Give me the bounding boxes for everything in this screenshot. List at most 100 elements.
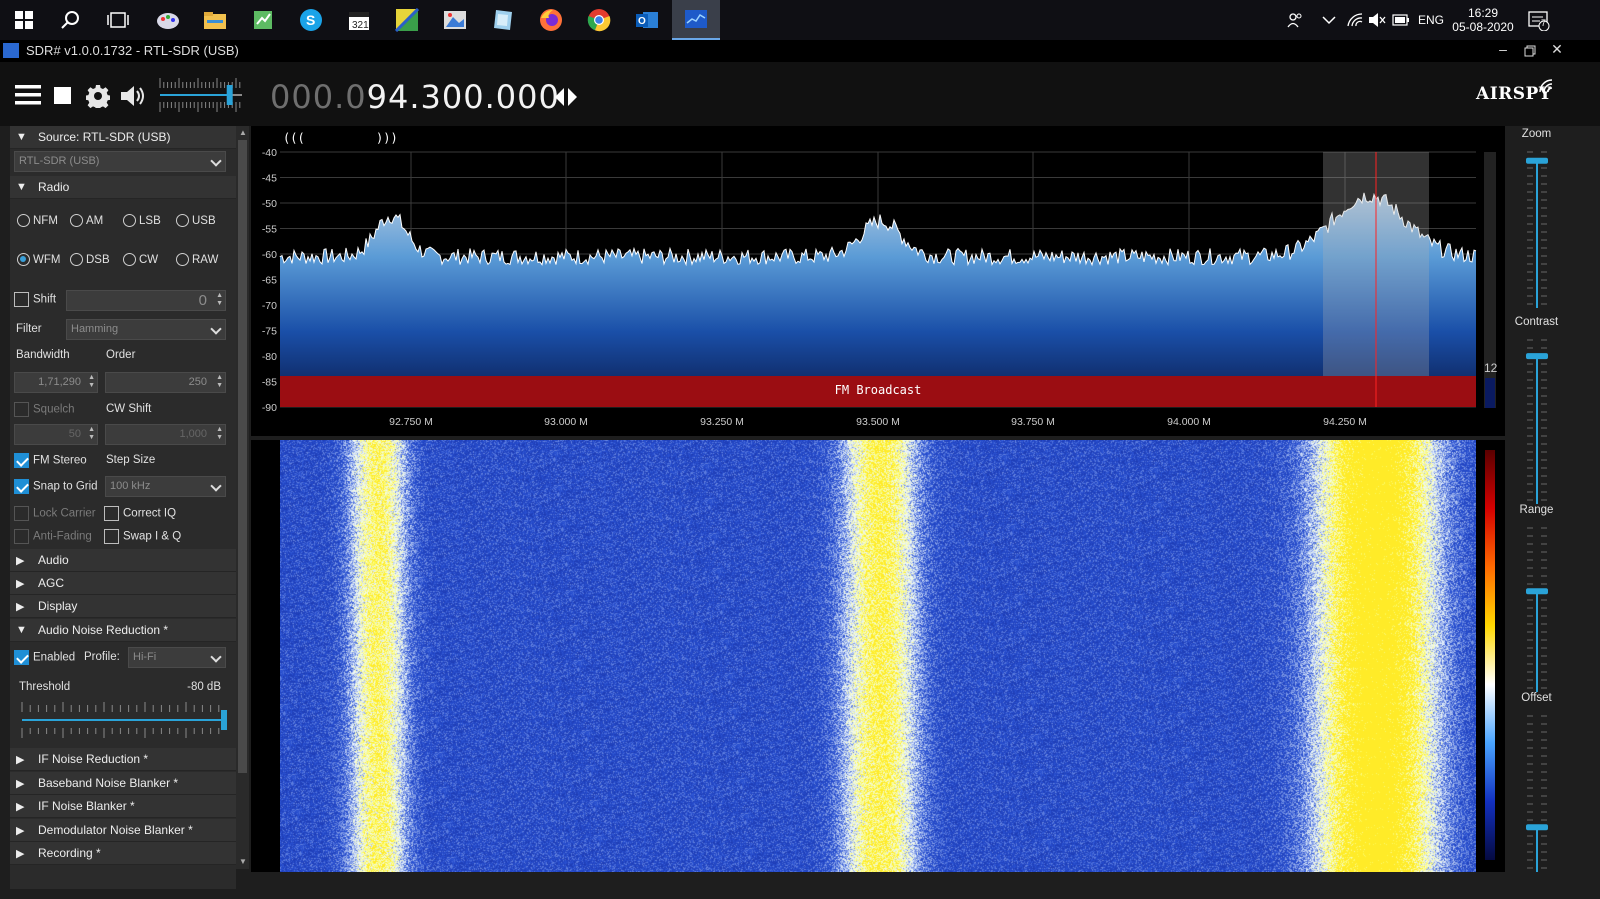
frequency-display[interactable]: 000.094.300.000 — [270, 78, 560, 116]
volume-slider[interactable] — [158, 76, 246, 114]
search-icon[interactable] — [56, 6, 84, 34]
chrome-icon[interactable] — [585, 6, 613, 34]
baseband-noise-blanker-header[interactable]: ▶ Baseband Noise Blanker * — [10, 772, 236, 795]
restore-button[interactable] — [1519, 41, 1541, 61]
stop-button[interactable] — [54, 87, 72, 110]
scroll-down-icon[interactable]: ▼ — [239, 857, 247, 866]
recording-header[interactable]: ▶ Recording * — [10, 842, 236, 865]
file-explorer-icon[interactable] — [201, 6, 229, 34]
demodulator-noise-blanker-header[interactable]: ▶ Demodulator Noise Blanker * — [10, 819, 236, 842]
zoom-slider[interactable] — [1523, 148, 1551, 308]
y-tick-label: -85 — [262, 377, 277, 389]
checkbox-box — [104, 506, 119, 521]
order-input[interactable]: 250 ▲ ▼ — [105, 372, 226, 393]
source-device-select[interactable]: RTL-SDR (USB) — [14, 151, 226, 172]
chevron-up-icon[interactable] — [1322, 0, 1336, 40]
audio-section-header[interactable]: ▶ Audio — [10, 549, 236, 572]
shift-checkbox[interactable]: Shift — [14, 292, 56, 307]
clock[interactable]: 16:29 05-08-2020 — [1452, 0, 1514, 40]
mode-raw-radio[interactable]: RAW — [176, 253, 218, 266]
shift-input[interactable]: 0 ▲ ▼ — [66, 290, 226, 311]
snap-to-grid-checkbox[interactable]: Snap to Grid — [14, 479, 98, 494]
lock-carrier-checkbox[interactable]: Lock Carrier — [14, 506, 96, 521]
squelch-input[interactable]: 50 ▲ ▼ — [14, 424, 98, 445]
notes-icon[interactable] — [489, 6, 517, 34]
taskbar: S 321 O ENG 16:29 05-08-2020 7 — [0, 0, 1600, 40]
scroll-thumb[interactable] — [238, 140, 247, 773]
mode-nfm-radio[interactable]: NFM — [17, 214, 58, 227]
calendar-icon[interactable]: 321 — [345, 6, 373, 34]
y-tick-label: -80 — [262, 351, 277, 363]
audio-noise-reduction-header[interactable]: ▼ Audio Noise Reduction * — [10, 619, 236, 642]
range-slider[interactable] — [1523, 524, 1551, 692]
minimize-button[interactable]: – — [1492, 41, 1514, 61]
photos-icon[interactable] — [441, 6, 469, 34]
y-tick-label: -55 — [262, 224, 277, 236]
agc-section-header[interactable]: ▶ AGC — [10, 572, 236, 595]
fm-stereo-checkbox[interactable]: FM Stereo — [14, 453, 87, 468]
frequency-digits: 94.300.000 — [366, 78, 560, 116]
maps-icon[interactable] — [393, 6, 421, 34]
display-section-header[interactable]: ▶ Display — [10, 595, 236, 618]
mode-cw-radio[interactable]: CW — [123, 253, 158, 266]
anr-enabled-checkbox[interactable]: Enabled — [14, 650, 75, 665]
mode-dsb-radio[interactable]: DSB — [70, 253, 110, 266]
cw-shift-input[interactable]: 1,000 ▲ ▼ — [105, 424, 226, 445]
step-size-select[interactable]: 100 kHz — [105, 476, 226, 497]
sdrsharp-icon[interactable] — [672, 0, 720, 40]
mode-wfm-radio[interactable]: WFM — [17, 253, 60, 266]
speaker-icon[interactable] — [120, 84, 148, 113]
squelch-checkbox[interactable]: Squelch — [14, 402, 75, 417]
paint-icon[interactable] — [154, 6, 182, 34]
windows-start-icon[interactable] — [10, 6, 38, 34]
close-button[interactable]: ✕ — [1546, 41, 1568, 61]
mode-lsb-radio[interactable]: LSB — [123, 214, 161, 227]
speaker-muted-icon[interactable] — [1368, 0, 1386, 40]
people-icon[interactable] — [1286, 0, 1304, 40]
skype-icon[interactable]: S — [297, 6, 325, 34]
left-panel-scrollbar[interactable]: ▲ ▼ — [236, 126, 249, 869]
bandwidth-input[interactable]: 1,71,290 ▲ ▼ — [14, 372, 98, 393]
if-noise-blanker-header[interactable]: ▶ IF Noise Blanker * — [10, 795, 236, 818]
clock-time: 16:29 — [1467, 6, 1499, 20]
battery-icon[interactable] — [1392, 0, 1410, 40]
radio-section-header[interactable]: ▼ Radio — [10, 176, 236, 199]
firefox-icon[interactable] — [537, 6, 565, 34]
outlook-icon[interactable]: O — [633, 6, 661, 34]
notepad-icon[interactable] — [249, 6, 277, 34]
snap-label: Snap to Grid — [33, 480, 98, 493]
slider-thumb — [1526, 157, 1548, 164]
wifi-icon[interactable] — [1346, 0, 1364, 40]
source-section-header[interactable]: ▼ Source: RTL-SDR (USB) — [10, 126, 236, 149]
profile-select[interactable]: Hi-Fi — [128, 647, 226, 668]
filter-value: Hamming — [71, 323, 119, 335]
waterfall-display[interactable] — [251, 440, 1505, 872]
spectrum-analyzer[interactable]: ((())) -40 -45 -50 -55 -60 -65 -70 -75 -80 -85 -90 9… — [251, 126, 1505, 436]
spectrum-right-marker: ))) — [376, 131, 398, 145]
swap-iq-checkbox[interactable]: Swap I & Q — [104, 529, 181, 544]
tune-arrows-icon[interactable] — [554, 88, 578, 111]
contrast-slider[interactable] — [1523, 336, 1551, 504]
offset-slider[interactable] — [1523, 712, 1551, 872]
scroll-up-icon[interactable]: ▲ — [239, 128, 247, 137]
squelch-label: Squelch — [33, 403, 75, 416]
x-tick-label: 93.250 M — [700, 416, 744, 428]
gear-icon[interactable] — [85, 84, 111, 113]
notification-center-icon[interactable]: 7 — [1528, 0, 1550, 40]
anti-fading-checkbox[interactable]: Anti-Fading — [14, 529, 92, 544]
app-icon — [3, 43, 19, 58]
y-tick-label: -90 — [262, 402, 277, 414]
svg-text:321: 321 — [352, 20, 369, 31]
mode-am-radio[interactable]: AM — [70, 214, 103, 227]
menu-icon[interactable] — [15, 84, 41, 111]
task-view-icon[interactable] — [104, 6, 132, 34]
spectrum-plot[interactable]: ((())) -40 -45 -50 -55 -60 -65 -70 -75 -80 -85 -90 9… — [251, 126, 1505, 436]
if-noise-reduction-header[interactable]: ▶ IF Noise Reduction * — [10, 748, 236, 771]
correct-iq-checkbox[interactable]: Correct IQ — [104, 506, 176, 521]
threshold-slider[interactable] — [18, 700, 228, 740]
mode-label: RAW — [192, 253, 219, 266]
mode-usb-radio[interactable]: USB — [176, 214, 216, 227]
waterfall-canvas[interactable] — [280, 440, 1476, 872]
language-indicator[interactable]: ENG — [1418, 0, 1444, 40]
filter-select[interactable]: Hamming — [66, 319, 226, 340]
